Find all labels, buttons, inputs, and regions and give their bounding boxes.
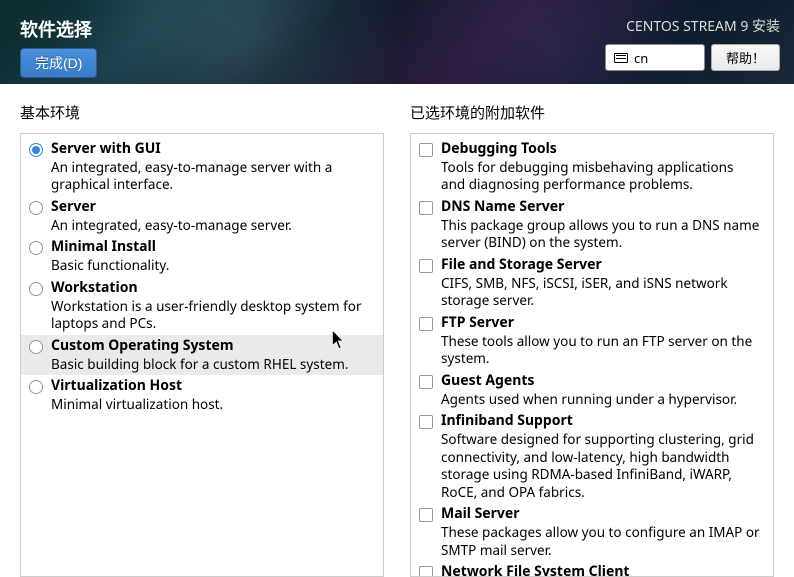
base-environment-column: 基本环境 Server with GUIAn integrated, easy-…	[20, 102, 384, 577]
product-label: CENTOS STREAM 9 安装	[626, 16, 780, 36]
addon-item[interactable]: Debugging ToolsTools for debugging misbe…	[411, 138, 773, 196]
addon-item[interactable]: Network File System Client	[411, 561, 773, 577]
checkbox[interactable]	[419, 375, 433, 389]
item-text: Virtualization HostMinimal virtualizatio…	[51, 377, 371, 413]
base-environment-title: 基本环境	[20, 102, 384, 123]
item-name: Workstation	[51, 279, 371, 298]
item-desc: Agents used when running under a hypervi…	[441, 391, 761, 409]
checkbox[interactable]	[419, 259, 433, 273]
item-desc: These packages allow you to configure an…	[441, 524, 761, 559]
environment-item[interactable]: Custom Operating SystemBasic building bl…	[21, 335, 383, 375]
item-name: Guest Agents	[441, 372, 761, 391]
environment-list[interactable]: Server with GUIAn integrated, easy-to-ma…	[20, 133, 384, 577]
addon-item[interactable]: Mail ServerThese packages allow you to c…	[411, 503, 773, 561]
checkbox[interactable]	[419, 143, 433, 157]
checkbox[interactable]	[419, 508, 433, 522]
item-name: Virtualization Host	[51, 377, 371, 396]
item-name: Custom Operating System	[51, 337, 371, 356]
addon-item[interactable]: DNS Name ServerThis package group allows…	[411, 196, 773, 254]
item-desc: Workstation is a user-friendly desktop s…	[51, 298, 371, 333]
addons-title: 已选环境的附加软件	[410, 102, 774, 123]
addon-item[interactable]: FTP ServerThese tools allow you to run a…	[411, 312, 773, 370]
addon-list[interactable]: Debugging ToolsTools for debugging misbe…	[410, 133, 774, 577]
item-desc: An integrated, easy-to-manage server wit…	[51, 159, 371, 194]
item-text: Server with GUIAn integrated, easy-to-ma…	[51, 140, 371, 194]
keyboard-layout-selector[interactable]: cn	[605, 44, 705, 71]
addon-item[interactable]: Infiniband SupportSoftware designed for …	[411, 410, 773, 503]
environment-item[interactable]: WorkstationWorkstation is a user-friendl…	[21, 277, 383, 335]
radio-button[interactable]	[29, 282, 43, 296]
item-text: Debugging ToolsTools for debugging misbe…	[441, 140, 761, 194]
item-name: Debugging Tools	[441, 140, 761, 159]
item-text: Custom Operating SystemBasic building bl…	[51, 337, 371, 373]
item-desc: Tools for debugging misbehaving applicat…	[441, 159, 761, 194]
item-text: ServerAn integrated, easy-to-manage serv…	[51, 198, 371, 234]
item-name: Server	[51, 198, 371, 217]
item-desc: These tools allow you to run an FTP serv…	[441, 333, 761, 368]
installer-header: 软件选择 完成(D) CENTOS STREAM 9 安装 cn 帮助！	[0, 0, 794, 84]
item-name: Server with GUI	[51, 140, 371, 159]
content: 基本环境 Server with GUIAn integrated, easy-…	[0, 84, 794, 577]
checkbox[interactable]	[419, 566, 433, 577]
radio-button[interactable]	[29, 241, 43, 255]
radio-button[interactable]	[29, 340, 43, 354]
item-text: Infiniband SupportSoftware designed for …	[441, 412, 761, 501]
item-text: Network File System Client	[441, 563, 761, 577]
addons-column: 已选环境的附加软件 Debugging ToolsTools for debug…	[410, 102, 774, 577]
item-desc: This package group allows you to run a D…	[441, 217, 761, 252]
done-button[interactable]: 完成(D)	[20, 48, 97, 78]
radio-button[interactable]	[29, 380, 43, 394]
environment-item[interactable]: Virtualization HostMinimal virtualizatio…	[21, 375, 383, 415]
item-name: File and Storage Server	[441, 256, 761, 275]
item-desc: Minimal virtualization host.	[51, 396, 371, 414]
item-name: Network File System Client	[441, 563, 761, 577]
item-text: Mail ServerThese packages allow you to c…	[441, 505, 761, 559]
checkbox[interactable]	[419, 317, 433, 331]
item-desc: CIFS, SMB, NFS, iSCSI, iSER, and iSNS ne…	[441, 275, 761, 310]
addon-item[interactable]: Guest AgentsAgents used when running und…	[411, 370, 773, 410]
item-text: Minimal InstallBasic functionality.	[51, 238, 371, 274]
checkbox[interactable]	[419, 415, 433, 429]
page-title: 软件选择	[20, 16, 97, 42]
item-text: WorkstationWorkstation is a user-friendl…	[51, 279, 371, 333]
header-controls: cn 帮助！	[605, 44, 780, 71]
item-text: DNS Name ServerThis package group allows…	[441, 198, 761, 252]
item-name: Mail Server	[441, 505, 761, 524]
item-text: Guest AgentsAgents used when running und…	[441, 372, 761, 408]
header-right: CENTOS STREAM 9 安装 cn 帮助！	[605, 16, 780, 71]
keyboard-icon	[614, 53, 628, 63]
header-left: 软件选择 完成(D)	[20, 16, 97, 78]
keyboard-layout-label: cn	[634, 49, 648, 67]
item-desc: Basic functionality.	[51, 257, 371, 275]
item-name: Infiniband Support	[441, 412, 761, 431]
addon-item[interactable]: File and Storage ServerCIFS, SMB, NFS, i…	[411, 254, 773, 312]
item-name: DNS Name Server	[441, 198, 761, 217]
radio-button[interactable]	[29, 201, 43, 215]
environment-item[interactable]: Minimal InstallBasic functionality.	[21, 236, 383, 276]
help-button[interactable]: 帮助！	[711, 44, 780, 71]
item-desc: An integrated, easy-to-manage server.	[51, 217, 371, 235]
environment-item[interactable]: Server with GUIAn integrated, easy-to-ma…	[21, 138, 383, 196]
item-desc: Software designed for supporting cluster…	[441, 431, 761, 501]
radio-button[interactable]	[29, 143, 43, 157]
item-name: FTP Server	[441, 314, 761, 333]
item-text: File and Storage ServerCIFS, SMB, NFS, i…	[441, 256, 761, 310]
item-desc: Basic building block for a custom RHEL s…	[51, 356, 371, 374]
environment-item[interactable]: ServerAn integrated, easy-to-manage serv…	[21, 196, 383, 236]
checkbox[interactable]	[419, 201, 433, 215]
item-name: Minimal Install	[51, 238, 371, 257]
item-text: FTP ServerThese tools allow you to run a…	[441, 314, 761, 368]
